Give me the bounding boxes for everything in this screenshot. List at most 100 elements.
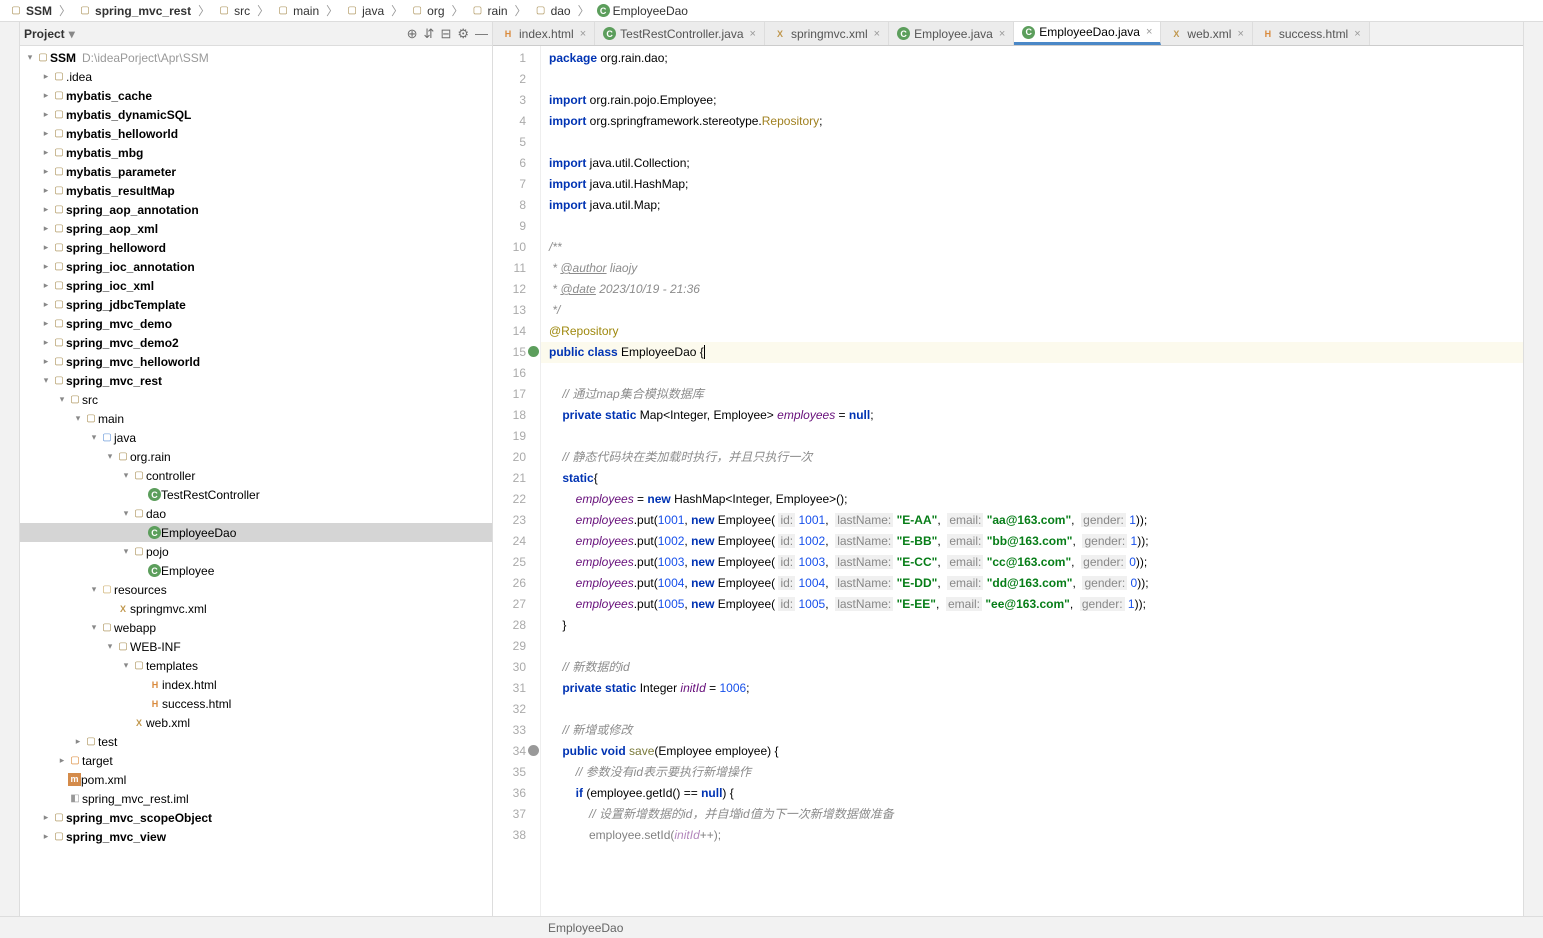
code-line[interactable]: // 通过map集合模拟数据库 <box>541 384 1523 405</box>
code-line[interactable] <box>541 69 1523 90</box>
tree-item[interactable]: X springmvc.xml <box>20 599 492 618</box>
tree-item[interactable]: ▾▢ spring_mvc_rest <box>20 371 492 390</box>
tree-item[interactable]: ▸▢ .idea <box>20 67 492 86</box>
code-line[interactable]: import java.util.HashMap; <box>541 174 1523 195</box>
code-line[interactable]: employees.put(1005, new Employee( id: 10… <box>541 594 1523 615</box>
code-line[interactable]: employees.put(1004, new Employee( id: 10… <box>541 573 1523 594</box>
tree-item[interactable]: C Employee <box>20 561 492 580</box>
tree-arrow-icon[interactable]: ▾ <box>104 451 116 462</box>
expand-icon[interactable]: ⇵ <box>424 26 435 42</box>
code-line[interactable] <box>541 216 1523 237</box>
tree-arrow-icon[interactable]: ▸ <box>40 242 52 253</box>
code-line[interactable]: import java.util.Map; <box>541 195 1523 216</box>
tree-item[interactable]: H index.html <box>20 675 492 694</box>
tree-item[interactable]: ▸▢ spring_aop_annotation <box>20 200 492 219</box>
code-line[interactable]: // 设置新增数据的id，并自增id值为下一次新增数据做准备 <box>541 804 1523 825</box>
code-line[interactable]: // 参数没有id表示要执行新增操作 <box>541 762 1523 783</box>
tree-item[interactable]: ▸▢ spring_ioc_xml <box>20 276 492 295</box>
code-line[interactable]: public void save(Employee employee) { <box>541 741 1523 762</box>
tree-item[interactable]: ▸▢ mybatis_cache <box>20 86 492 105</box>
tree-arrow-icon[interactable]: ▾ <box>40 375 52 386</box>
tree-arrow-icon[interactable]: ▸ <box>40 71 52 82</box>
code-line[interactable]: employee.setId(initId++); <box>541 825 1523 846</box>
tree-item[interactable]: ▸▢ target <box>20 751 492 770</box>
code-editor[interactable]: 1234567891011121314151617181920212223242… <box>493 46 1523 916</box>
select-opened-icon[interactable]: ⊕ <box>407 26 418 42</box>
close-icon[interactable]: × <box>999 28 1005 40</box>
tree-arrow-icon[interactable]: ▸ <box>40 204 52 215</box>
tree-item[interactable]: ▸▢ spring_helloword <box>20 238 492 257</box>
tree-item[interactable]: ▸▢ mybatis_parameter <box>20 162 492 181</box>
close-icon[interactable]: × <box>1146 26 1152 38</box>
tree-arrow-icon[interactable]: ▸ <box>40 90 52 101</box>
collapse-icon[interactable]: ⊟ <box>440 26 451 42</box>
code-line[interactable]: // 静态代码块在类加载时执行，并且只执行一次 <box>541 447 1523 468</box>
close-icon[interactable]: × <box>1354 28 1360 40</box>
tree-item[interactable]: ▸▢ mybatis_dynamicSQL <box>20 105 492 124</box>
tree-arrow-icon[interactable]: ▸ <box>40 812 52 823</box>
breadcrumb-item[interactable]: ▢org <box>407 3 447 19</box>
code-line[interactable]: @Repository <box>541 321 1523 342</box>
tree-arrow-icon[interactable]: ▸ <box>40 109 52 120</box>
code-line[interactable]: // 新数据的id <box>541 657 1523 678</box>
breadcrumb-item[interactable]: CEmployeeDao <box>594 3 691 19</box>
tree-arrow-icon[interactable]: ▾ <box>120 508 132 519</box>
tree-arrow-icon[interactable]: ▸ <box>40 299 52 310</box>
breadcrumb-item[interactable]: ▢spring_mvc_rest <box>75 3 194 19</box>
tree-arrow-icon[interactable]: ▸ <box>40 261 52 272</box>
editor-tab[interactable]: Xspringmvc.xml× <box>765 22 889 45</box>
code-line[interactable]: employees.put(1001, new Employee( id: 10… <box>541 510 1523 531</box>
breadcrumb-item[interactable]: ▢java <box>342 3 387 19</box>
tree-arrow-icon[interactable]: ▾ <box>88 584 100 595</box>
tree-item[interactable]: ▸▢ spring_mvc_view <box>20 827 492 846</box>
code-line[interactable]: import org.rain.pojo.Employee; <box>541 90 1523 111</box>
code-line[interactable]: private static Map<Integer, Employee> em… <box>541 405 1523 426</box>
code-line[interactable]: employees.put(1002, new Employee( id: 10… <box>541 531 1523 552</box>
tree-item[interactable]: ▸▢ spring_mvc_demo2 <box>20 333 492 352</box>
code-line[interactable] <box>541 699 1523 720</box>
editor-tab[interactable]: CEmployee.java× <box>889 22 1014 45</box>
code-line[interactable]: * @date 2023/10/19 - 21:36 <box>541 279 1523 300</box>
tree-item[interactable]: ▾▢ templates <box>20 656 492 675</box>
code-line[interactable]: // 新增或修改 <box>541 720 1523 741</box>
tree-item[interactable]: ▸▢ mybatis_resultMap <box>20 181 492 200</box>
code-line[interactable] <box>541 132 1523 153</box>
tree-item[interactable]: ▾▢ WEB-INF <box>20 637 492 656</box>
tree-item[interactable]: ▸▢ spring_ioc_annotation <box>20 257 492 276</box>
tree-item[interactable]: ▸▢ spring_jdbcTemplate <box>20 295 492 314</box>
code-line[interactable] <box>541 426 1523 447</box>
dropdown-icon[interactable]: ▾ <box>69 27 75 41</box>
editor-tab[interactable]: CTestRestController.java× <box>595 22 765 45</box>
tree-arrow-icon[interactable]: ▾ <box>88 622 100 633</box>
tree-arrow-icon[interactable]: ▾ <box>56 394 68 405</box>
minimize-icon[interactable]: — <box>475 26 488 42</box>
close-icon[interactable]: × <box>1237 28 1243 40</box>
close-icon[interactable]: × <box>580 28 586 40</box>
code-line[interactable]: * @author liaojy <box>541 258 1523 279</box>
tree-arrow-icon[interactable]: ▸ <box>40 831 52 842</box>
tree-item[interactable]: ▸▢ spring_mvc_scopeObject <box>20 808 492 827</box>
tree-arrow-icon[interactable]: ▾ <box>120 660 132 671</box>
tree-item[interactable]: ▸▢ spring_aop_xml <box>20 219 492 238</box>
code-line[interactable]: static{ <box>541 468 1523 489</box>
code-line[interactable]: } <box>541 615 1523 636</box>
breadcrumb-item[interactable]: ▢main <box>273 3 322 19</box>
tree-arrow-icon[interactable]: ▸ <box>40 166 52 177</box>
code-line[interactable]: employees = new HashMap<Integer, Employe… <box>541 489 1523 510</box>
tree-item[interactable]: ▾▢ controller <box>20 466 492 485</box>
tree-arrow-icon[interactable]: ▾ <box>120 470 132 481</box>
editor-tab[interactable]: Xweb.xml× <box>1161 22 1252 45</box>
tree-item[interactable]: ▸▢ spring_mvc_helloworld <box>20 352 492 371</box>
tree-arrow-icon[interactable]: ▸ <box>40 185 52 196</box>
tree-item[interactable]: ◧ spring_mvc_rest.iml <box>20 789 492 808</box>
settings-icon[interactable]: ⚙ <box>457 26 469 42</box>
code-line[interactable] <box>541 363 1523 384</box>
tree-item[interactable]: ▾▢ java <box>20 428 492 447</box>
tree-arrow-icon[interactable]: ▾ <box>72 413 84 424</box>
breadcrumb-item[interactable]: ▢dao <box>531 3 574 19</box>
code-content[interactable]: package org.rain.dao;import org.rain.poj… <box>541 46 1523 916</box>
breadcrumb-item[interactable]: ▢src <box>214 3 253 19</box>
code-line[interactable]: import org.springframework.stereotype.Re… <box>541 111 1523 132</box>
project-tree[interactable]: ▾ ▢ SSM D:\ideaPorject\Apr\SSM ▸▢ .idea▸… <box>20 46 492 916</box>
tree-item[interactable]: ▸▢ test <box>20 732 492 751</box>
